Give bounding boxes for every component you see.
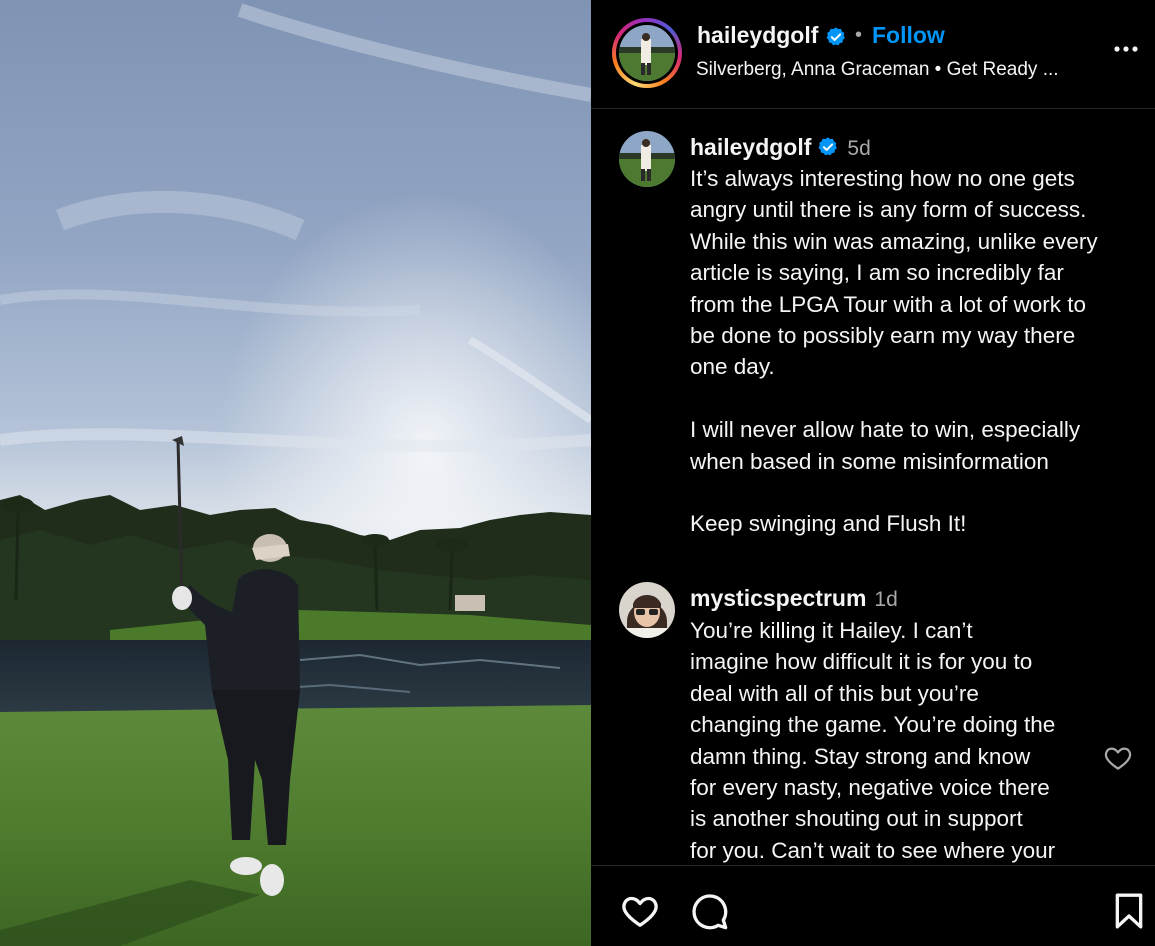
comment-like-heart-icon[interactable] [1103,743,1133,773]
golf-swing-photo [0,0,591,946]
caption-line: from the LPGA Tour with a lot of work to [690,291,1087,317]
caption-line: I will never allow hate to win, especial… [690,417,1081,443]
caption-avatar-photo [619,131,675,187]
header-separator: • [855,24,863,46]
comment-line: for every nasty, negative voice there [690,775,1050,801]
caption-line: It’s always interesting how no one gets [690,166,1075,191]
caption-line: be done to possibly earn my way there [690,323,1076,349]
caption-time: 5d [847,137,871,160]
comment-line: for you. Can’t wait to see where your [690,837,1056,863]
caption-text: It’s always interesting how no one gets … [690,163,1098,540]
post-side-panel: haileydgolf • Follow Silverberg, Anna Gr… [591,0,1155,946]
comment-header: mysticspectrum 1d [690,585,898,612]
caption-line: Keep swinging and Flush It! [690,511,967,537]
caption-line: when based in some misinformation [690,448,1049,474]
comment-username[interactable]: mysticspectrum [690,585,866,611]
post-actions-bar [591,865,1155,946]
author-avatar[interactable] [612,18,682,88]
verified-badge-icon [826,27,845,46]
commenter-avatar[interactable] [619,582,675,638]
verified-badge-icon [818,137,838,156]
heart-icon[interactable] [619,891,661,931]
comment-line: damn thing. Stay strong and know [690,743,1031,769]
post-audio-subline[interactable]: Silverberg, Anna Graceman • Get Ready ..… [696,59,1059,81]
comment-text: You’re killing it Hailey. I can’t imagin… [690,615,1055,865]
caption-line: While this win was amazing, unlike every [690,228,1098,254]
post-image[interactable] [0,0,591,946]
comment-line: You’re killing it Hailey. I can’t [690,618,973,643]
avatar-photo [619,25,675,81]
caption-header: haileydgolf 5d [690,134,871,161]
comment-bubble-icon[interactable] [689,891,729,931]
caption-line: article is saying, I am so incredibly fa… [690,260,1064,286]
comment-time: 1d [874,588,898,611]
comment-line: changing the game. You’re doing the [690,712,1056,738]
commenter-avatar-photo [619,582,675,638]
comment-line: is another shouting out in support [690,806,1023,832]
comment-line: deal with all of this but you’re [690,680,979,706]
caption-line: one day. [690,354,775,380]
follow-button[interactable]: Follow [872,22,945,49]
caption-line: angry until there is any form of success… [690,197,1087,223]
bookmark-icon[interactable] [1109,891,1149,931]
caption-username[interactable]: haileydgolf [690,134,811,160]
post-header: haileydgolf • Follow Silverberg, Anna Gr… [591,0,1155,109]
author-username[interactable]: haileydgolf [697,22,847,49]
more-options-icon[interactable] [1111,34,1141,64]
author-username-text: haileydgolf [697,22,819,48]
caption-avatar[interactable] [619,131,675,187]
comments-list[interactable]: haileydgolf 5d It’s always interesting h… [591,110,1155,865]
comment-line: imagine how difficult it is for you to [690,649,1033,675]
